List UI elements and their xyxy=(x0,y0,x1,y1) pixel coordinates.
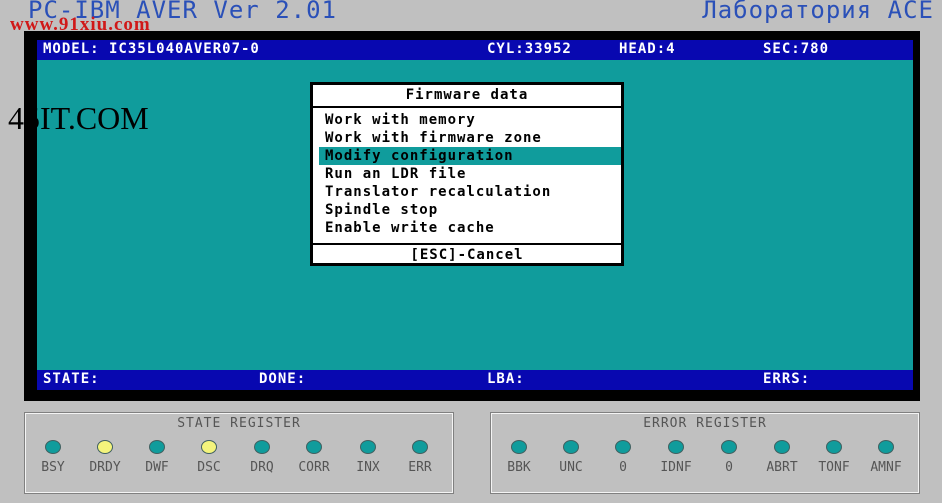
menu-item[interactable]: Translator recalculation xyxy=(319,183,621,201)
led-label: ABRT xyxy=(766,460,798,475)
led-indicator xyxy=(721,440,737,454)
led-indicator xyxy=(149,440,165,454)
led-indicator xyxy=(45,440,61,454)
model-label: MODEL: IC35L040AVER07-0 xyxy=(43,41,260,57)
dialog-divider xyxy=(313,106,621,108)
led-label: IDNF xyxy=(660,460,692,475)
menu-item[interactable]: Enable write cache xyxy=(319,219,621,237)
dialog-divider xyxy=(313,243,621,245)
led-label: DRQ xyxy=(250,460,274,475)
led-indicator xyxy=(878,440,894,454)
led-label: 0 xyxy=(725,460,733,475)
led-indicator xyxy=(826,440,842,454)
led-label: BSY xyxy=(41,460,65,475)
led-label: ERR xyxy=(408,460,432,475)
lba-label: LBA: xyxy=(487,371,525,387)
status-bar: STATE: DONE: LBA: ERRS: xyxy=(37,370,913,390)
error-register-title: ERROR REGISTER xyxy=(643,416,767,431)
led-label: INX xyxy=(356,460,380,475)
state-register-panel: STATE REGISTER BSY DRDY DWF DSC DRQ CORR INX ER… xyxy=(24,412,454,494)
led-label: TONF xyxy=(818,460,850,475)
drive-info-bar: MODEL: IC35L040AVER07-0 CYL:33952 HEAD:4… xyxy=(37,40,913,60)
sec-label: SEC:780 xyxy=(763,41,830,57)
led-label: AMNF xyxy=(870,460,902,475)
watermark-site: 45IT.COM xyxy=(8,100,149,136)
led-label: DSC xyxy=(197,460,221,475)
state-label: STATE: xyxy=(43,371,100,387)
cyl-label: CYL:33952 xyxy=(487,41,572,57)
led-indicator xyxy=(360,440,376,454)
cancel-option[interactable]: [ESC]-Cancel xyxy=(313,247,621,263)
led-indicator xyxy=(511,440,527,454)
dialog-title: Firmware data xyxy=(405,87,529,103)
watermark-url: www.91xiu.com xyxy=(10,14,151,35)
done-label: DONE: xyxy=(259,371,307,387)
led-indicator xyxy=(254,440,270,454)
led-label: UNC xyxy=(559,460,583,475)
error-register-panel: ERROR REGISTER BBK UNC 0 IDNF 0 ABRT TONF AMNF xyxy=(490,412,920,494)
menu-item[interactable]: Work with memory xyxy=(319,111,621,129)
led-indicator xyxy=(306,440,322,454)
led-label: DRDY xyxy=(89,460,121,475)
lab-title: Лаборатория ACE xyxy=(702,0,934,24)
led-indicator xyxy=(563,440,579,454)
led-label: 0 xyxy=(619,460,627,475)
errs-label: ERRS: xyxy=(763,371,811,387)
firmware-data-dialog: Firmware data Work with memory Work with … xyxy=(310,82,624,266)
led-indicator xyxy=(668,440,684,454)
led-indicator xyxy=(201,440,217,454)
led-label: CORR xyxy=(298,460,330,475)
led-indicator xyxy=(97,440,113,454)
menu-item[interactable]: Spindle stop xyxy=(319,201,621,219)
led-indicator xyxy=(412,440,428,454)
led-label: BBK xyxy=(507,460,531,475)
terminal-screen: MODEL: IC35L040AVER07-0 CYL:33952 HEAD:4… xyxy=(37,40,913,390)
menu-item[interactable]: Modify configuration xyxy=(319,147,621,165)
led-label: DWF xyxy=(145,460,169,475)
state-register-title: STATE REGISTER xyxy=(177,416,301,431)
head-label: HEAD:4 xyxy=(619,41,676,57)
led-indicator xyxy=(615,440,631,454)
led-indicator xyxy=(774,440,790,454)
menu-item[interactable]: Work with firmware zone xyxy=(319,129,621,147)
menu-item[interactable]: Run an LDR file xyxy=(319,165,621,183)
